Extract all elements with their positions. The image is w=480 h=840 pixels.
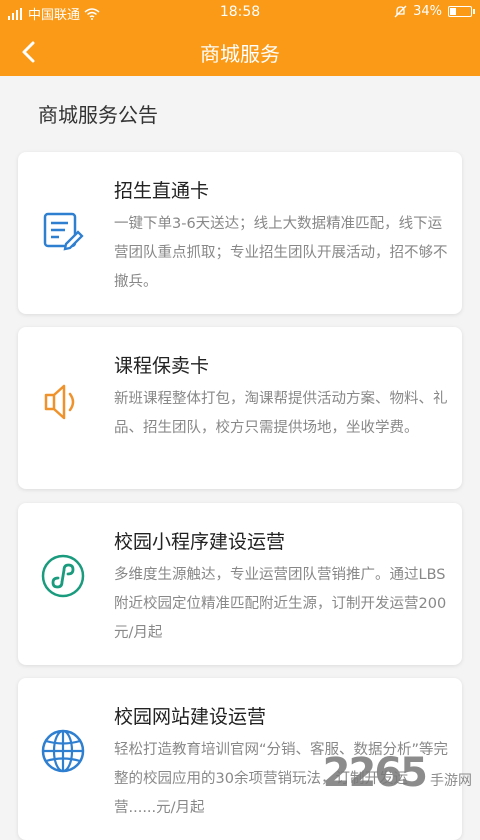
- service-card-course[interactable]: 课程保卖卡 新班课程整体打包，淘课帮提供活动方案、物料、礼品、招生团队，校方只需…: [18, 327, 462, 489]
- watermark: 2265 手游网: [323, 750, 472, 796]
- card-title: 校园小程序建设运营: [114, 531, 286, 553]
- watermark-text: 手游网: [430, 773, 472, 789]
- battery-icon: [448, 6, 475, 17]
- status-right: 34%: [394, 4, 475, 19]
- card-description: 一键下单3-6天送达；线上大数据精准匹配，线下运营团队重点抓取；专业招生团队开展…: [114, 216, 448, 290]
- status-bar: 中国联通 18:58 34%: [0, 0, 480, 26]
- mini-program-icon: [41, 554, 85, 598]
- card-title: 校园网站建设运营: [114, 706, 267, 728]
- document-edit-icon: [43, 212, 84, 251]
- service-card-mini-program[interactable]: 校园小程序建设运营 多维度生源触达，专业运营团队营销推广。通过LBS附近校园定位…: [18, 503, 462, 665]
- page-title: 商城服务: [200, 42, 280, 66]
- card-title: 招生直通卡: [114, 180, 210, 202]
- battery-percent: 34%: [413, 4, 442, 19]
- watermark-number: 2265: [322, 750, 428, 796]
- card-description: 多维度生源触达，专业运营团队营销推广。通过LBS附近校园定位精准匹配附近生源，订…: [114, 567, 447, 641]
- service-card-recruitment[interactable]: 招生直通卡 一键下单3-6天送达；线上大数据精准匹配，线下运营团队重点抓取；专业…: [18, 152, 462, 314]
- nav-bar: 商城服务: [0, 26, 480, 76]
- section-title: 商城服务公告: [38, 103, 158, 127]
- card-description: 新班课程整体打包，淘课帮提供活动方案、物料、礼品、招生团队，校方只需提供场地，坐…: [114, 391, 448, 436]
- globe-icon: [41, 729, 85, 773]
- card-title: 课程保卖卡: [114, 355, 210, 377]
- mute-bell-icon: [394, 5, 407, 18]
- speaker-icon: [44, 384, 75, 420]
